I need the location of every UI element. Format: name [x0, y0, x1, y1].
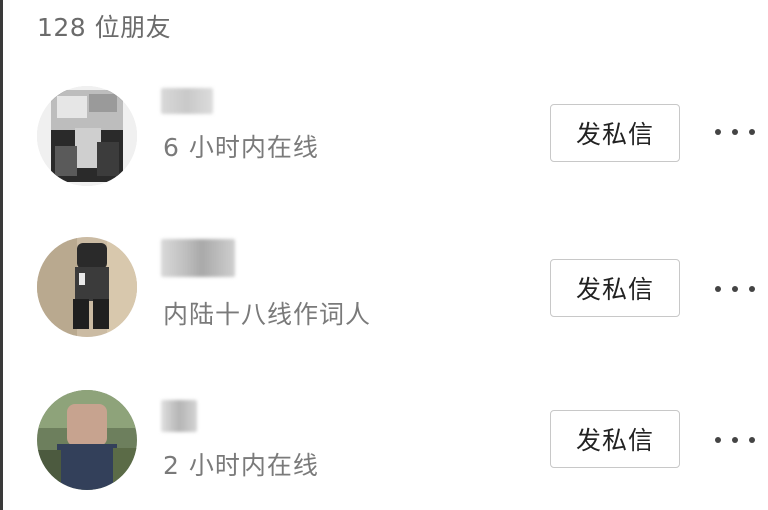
send-message-button[interactable]: 发私信	[550, 104, 680, 162]
avatar-image	[37, 86, 137, 186]
avatar[interactable]	[37, 86, 137, 186]
friend-count-title: 128 位朋友	[37, 13, 172, 42]
more-horizontal-icon[interactable]	[715, 430, 755, 450]
online-status: 2 小时内在线	[163, 451, 319, 480]
list-item[interactable]: 2 小时内在线 发私信	[3, 390, 768, 500]
avatar[interactable]	[37, 390, 137, 490]
name-blurred	[161, 239, 235, 277]
send-message-button[interactable]: 发私信	[550, 410, 680, 468]
online-status: 6 小时内在线	[163, 133, 319, 162]
avatar[interactable]	[37, 237, 137, 337]
send-message-button[interactable]: 发私信	[550, 259, 680, 317]
avatar-image	[37, 237, 137, 337]
more-horizontal-icon[interactable]	[715, 279, 755, 299]
avatar-image	[37, 390, 137, 490]
more-horizontal-icon[interactable]	[715, 122, 755, 142]
list-item[interactable]: 6 小时内在线 发私信	[3, 86, 768, 196]
list-item[interactable]: 内陆十八线作词人 发私信	[3, 237, 768, 347]
friends-list-page: 128 位朋友 6 小时内在线 发私信 内陆十八线作词人 发私信 2 小时内在线…	[0, 0, 768, 510]
profile-bio: 内陆十八线作词人	[163, 300, 372, 329]
name-blurred	[161, 88, 213, 114]
name-blurred	[161, 400, 197, 432]
